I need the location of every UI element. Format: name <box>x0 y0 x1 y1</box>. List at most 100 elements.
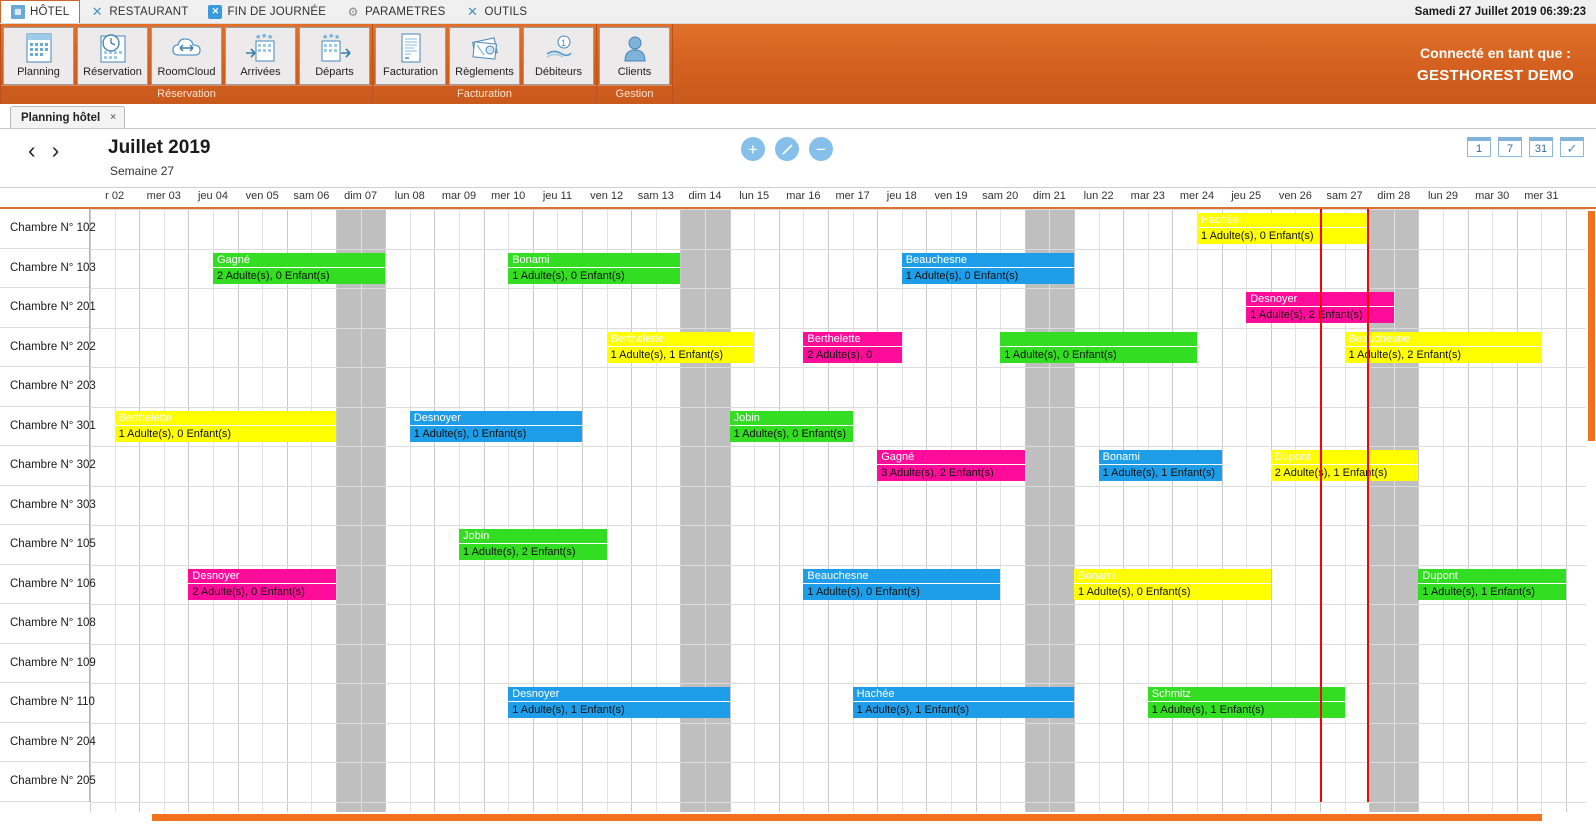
reservation-block[interactable]: Gagné 3 Adulte(s), 2 Enfant(s) <box>877 450 1025 481</box>
view-confirm-button[interactable]: ✓ <box>1560 137 1584 157</box>
roomcloud-button[interactable]: RoomCloud <box>151 27 222 85</box>
restaurant-icon: ✕ <box>91 4 103 19</box>
clients-button-label: Clients <box>617 66 652 78</box>
facturation-button[interactable]: Facturation <box>375 27 446 85</box>
reservation-guest-name: Bonami <box>1074 569 1271 584</box>
reservation-occupancy: 2 Adulte(s), 0 Enfant(s) <box>192 585 305 598</box>
room-label[interactable]: Chambre N° 106 <box>0 564 96 604</box>
room-label[interactable]: Chambre N° 301 <box>0 406 96 446</box>
grid-column-line <box>1147 209 1149 822</box>
reservation-block[interactable]: Schmitz 1 Adulte(s), 1 Enfant(s) <box>1147 687 1345 718</box>
ribbon-group-gestion-label: Gestion <box>597 85 672 101</box>
ribbon-toolbar: Planning Réservation RoomCloud ★ ★ ★ Arriv… <box>0 24 1596 104</box>
grid-column-line <box>213 209 214 822</box>
vertical-scrollbar-thumb[interactable] <box>1588 211 1595 441</box>
menu-item-end-of-day[interactable]: ✕ FIN DE JOURNÉE <box>198 0 336 23</box>
reservation-block[interactable]: Bonami 1 Adulte(s), 1 Enfant(s) <box>1098 450 1222 481</box>
reglements-button[interactable]: Règlements <box>449 27 520 85</box>
room-label[interactable]: Chambre N° 108 <box>0 604 96 644</box>
debiteurs-button[interactable]: 1 Débiteurs <box>523 27 594 85</box>
horizontal-scrollbar[interactable] <box>90 812 1586 822</box>
view-7-days-button[interactable]: 7 <box>1498 137 1522 157</box>
room-label[interactable]: Chambre N° 205 <box>0 762 96 802</box>
date-header-cell: mar 09 <box>441 190 477 202</box>
reservation-block[interactable]: Beauchesne 1 Adulte(s), 0 Enfant(s) <box>803 568 1001 600</box>
reservation-guest-name: Berthelette <box>606 332 755 347</box>
reservation-block[interactable]: Desnoyer 1 Adulte(s), 2 Enfant(s) <box>1246 292 1394 323</box>
clients-button[interactable]: Clients <box>599 27 670 85</box>
date-header-cell: jeu 25 <box>1231 190 1262 202</box>
reservation-block[interactable]: Berthelette 1 Adulte(s), 1 Enfant(s) <box>606 331 755 363</box>
reservation-block[interactable]: Hachée 1 Adulte(s), 0 Enfant(s) <box>1197 213 1370 244</box>
close-icon[interactable]: × <box>110 112 116 123</box>
planning-button[interactable]: Planning <box>3 27 74 85</box>
edit-reservation-button[interactable] <box>775 137 799 161</box>
next-month-button[interactable]: › <box>52 139 60 162</box>
reservation-occupancy: 1 Adulte(s), 2 Enfant(s) <box>463 546 576 558</box>
reservation-guest-name: Gagné <box>213 253 386 268</box>
date-header-cell: mer 03 <box>146 190 181 202</box>
page-title: Juillet 2019 <box>108 137 211 158</box>
date-header-cell: r 02 <box>105 190 125 202</box>
reservation-block[interactable]: Desnoyer 1 Adulte(s), 0 Enfant(s) <box>409 410 582 442</box>
tab-planning-hotel[interactable]: Planning hôtel × <box>10 106 126 128</box>
hotel-icon: ▦ <box>11 5 25 19</box>
reservation-block[interactable]: Berthelette 2 Adulte(s), 0 <box>803 331 902 363</box>
room-label[interactable]: Chambre N° 110 <box>0 683 95 723</box>
reservation-guest-name: Schmitz <box>1147 687 1345 702</box>
room-label[interactable]: Chambre N° 103 <box>0 248 96 288</box>
planning-button-label: Planning <box>17 66 60 78</box>
room-label[interactable]: Chambre N° 204 <box>0 722 96 762</box>
reservation-block[interactable]: Berthelette 1 Adulte(s), 0 Enfant(s) <box>114 410 336 442</box>
prev-month-button[interactable]: ‹ <box>28 139 36 162</box>
view-31-days-button[interactable]: 31 <box>1529 137 1553 157</box>
reservation-block[interactable]: Dupont 1 Adulte(s), 1 Enfant(s) <box>1418 568 1566 600</box>
grid-column-line <box>582 209 583 822</box>
debiteurs-button-label: Débiteurs <box>534 66 583 78</box>
date-header-cell: dim 21 <box>1032 190 1066 202</box>
delete-reservation-button[interactable]: − <box>809 137 833 161</box>
vertical-scrollbar[interactable] <box>1587 209 1596 822</box>
menu-item-outils[interactable]: ✕ OUTILS <box>456 0 538 23</box>
reservation-block[interactable]: Jobin 1 Adulte(s), 0 Enfant(s) <box>729 410 853 442</box>
reservation-block[interactable]: Bonami 1 Adulte(s), 0 Enfant(s) <box>1074 568 1271 600</box>
reservation-block[interactable]: Gagné 2 Adulte(s), 0 Enfant(s) <box>213 252 386 284</box>
room-label[interactable]: Chambre N° 102 <box>0 209 96 249</box>
departs-button[interactable]: ★ ★ ★ Départs <box>299 27 370 85</box>
menu-item-restaurant[interactable]: ✕ RESTAURANT <box>80 0 198 23</box>
room-label[interactable]: Chambre N° 109 <box>0 643 96 683</box>
grid-column-line <box>877 209 879 822</box>
reservation-block[interactable]: Desnoyer 1 Adulte(s), 1 Enfant(s) <box>508 687 730 718</box>
reservation-occupancy: 1 Adulte(s), 0 Enfant(s) <box>905 269 1019 282</box>
reservation-block[interactable]: Beauchesne 1 Adulte(s), 2 Enfant(s) <box>1344 331 1542 363</box>
menu-item-parametres[interactable]: ⚙ PARAMETRES <box>336 0 455 23</box>
reservation-block[interactable]: Hachée 1 Adulte(s), 1 Enfant(s) <box>852 687 1074 718</box>
room-label[interactable]: Chambre N° 202 <box>0 327 96 367</box>
reservation-button[interactable]: Réservation <box>77 27 148 85</box>
menu-item-outils-label: OUTILS <box>484 5 528 18</box>
menu-item-hotel[interactable]: ▦ HÔTEL <box>0 0 81 23</box>
room-label[interactable]: Chambre N° 203 <box>0 367 96 407</box>
reservation-block[interactable]: Bonami 1 Adulte(s), 0 Enfant(s) <box>508 252 681 284</box>
reservation-block[interactable]: Jobin 1 Adulte(s), 2 Enfant(s) <box>459 529 607 560</box>
add-reservation-button[interactable]: + <box>741 137 765 161</box>
grid-column-line <box>483 209 485 822</box>
room-label[interactable]: Chambre N° 105 <box>0 525 96 565</box>
horizontal-scrollbar-thumb[interactable] <box>152 814 1542 821</box>
room-label[interactable]: Chambre N° 303 <box>0 485 96 525</box>
room-label[interactable]: Chambre N° 302 <box>0 446 96 486</box>
ribbon-group-reservation: Planning Réservation RoomCloud ★ ★ ★ Arriv… <box>0 24 373 104</box>
reservation-block[interactable]: Desnoyer 2 Adulte(s), 0 Enfant(s) <box>188 568 336 600</box>
grid-column-line <box>729 209 731 822</box>
reservation-block[interactable]: 1 Adulte(s), 0 Enfant(s) <box>1000 331 1197 363</box>
reservation-block[interactable]: Dupont 2 Adulte(s), 1 Enfant(s) <box>1270 450 1419 481</box>
grid-column-line <box>631 209 633 822</box>
room-label[interactable]: Chambre N° 201 <box>0 288 96 328</box>
grid-column-line <box>459 209 460 822</box>
reservation-occupancy: 1 Adulte(s), 0 Enfant(s) <box>1004 348 1117 361</box>
view-1-day-button[interactable]: 1 <box>1467 137 1491 157</box>
planning-grid: r 02 mer 03 jeu 04 ven 05 sam 06 dim 07 lun 08… <box>0 187 1596 822</box>
arrivees-button[interactable]: ★ ★ ★ Arrivées <box>225 27 296 85</box>
reservation-canvas[interactable]: Hachée 1 Adulte(s), 0 Enfant(s) Gagné 2 Adu… <box>90 209 1586 822</box>
reservation-block[interactable]: Beauchesne 1 Adulte(s), 0 Enfant(s) <box>901 252 1074 284</box>
